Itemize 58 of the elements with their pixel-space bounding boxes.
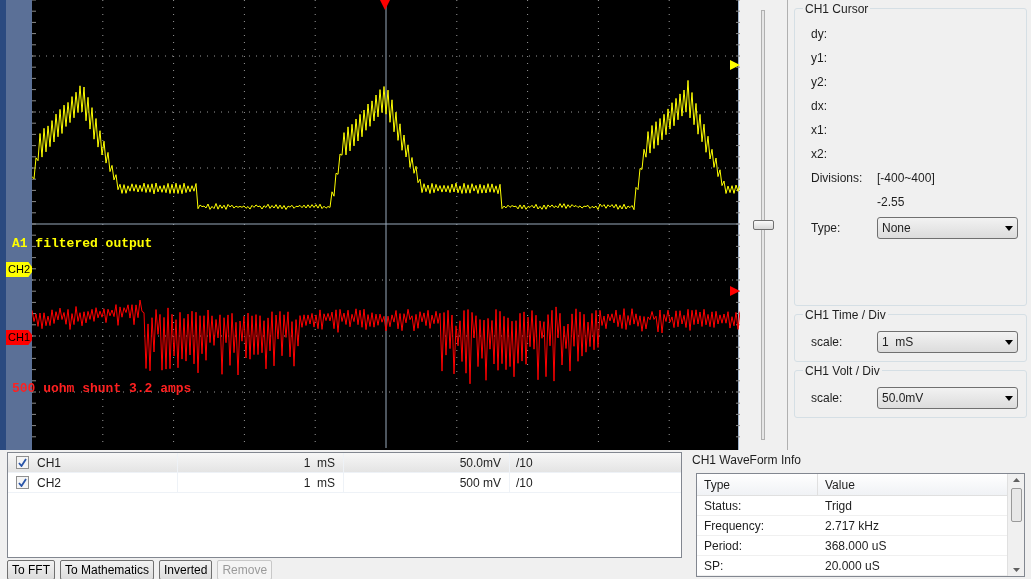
table-cell-text: Frequency: bbox=[703, 517, 766, 535]
scroll-thumb[interactable] bbox=[1010, 488, 1022, 522]
channel-marker[interactable]: CH1 bbox=[6, 330, 34, 345]
action-button[interactable]: To Mathematics bbox=[60, 560, 155, 579]
scale-label: scale: bbox=[811, 390, 844, 407]
checkbox[interactable] bbox=[16, 456, 29, 469]
caret-icon bbox=[1005, 225, 1013, 231]
waveform-label: A1 filtered output bbox=[11, 235, 153, 253]
cursor-label: x2: bbox=[811, 145, 828, 163]
dropdown[interactable]: None bbox=[877, 217, 1018, 239]
column-header[interactable]: Type bbox=[697, 473, 818, 496]
table-cell-text: SP: bbox=[703, 557, 725, 575]
table-cell: /10 bbox=[516, 475, 533, 490]
table-cell-text: Period: bbox=[703, 537, 744, 555]
scroll-down-icon[interactable] bbox=[1012, 568, 1020, 572]
waveform-label: 500 uohm shunt 3.2 amps bbox=[11, 380, 192, 398]
table-cell-text: 368.000 uS bbox=[824, 537, 888, 555]
action-button[interactable]: Inverted bbox=[159, 560, 213, 579]
checkmark-icon bbox=[18, 478, 27, 487]
table-cell: 1 mS bbox=[303, 456, 335, 470]
dropdown[interactable]: 1 mS bbox=[877, 331, 1018, 353]
cursor-label: dy: bbox=[811, 25, 828, 43]
table-cell: 50.0mV bbox=[459, 456, 501, 470]
table-cell: 1 mS bbox=[303, 476, 335, 490]
type-label: Type: bbox=[811, 220, 842, 237]
cursor-label: y1: bbox=[811, 49, 828, 67]
caret-icon bbox=[1005, 339, 1013, 345]
table-cell-text: Trigd bbox=[824, 497, 853, 515]
table-cell-text: 2.717 kHz bbox=[824, 517, 881, 535]
dropdown[interactable]: 50.0mV bbox=[877, 387, 1018, 409]
cursor-value: [-400~400] bbox=[877, 169, 935, 187]
caret-icon bbox=[1005, 395, 1013, 401]
channel-marker[interactable]: CH2 bbox=[6, 262, 34, 277]
trigger-marker-icon bbox=[379, 0, 390, 10]
scrollbar[interactable] bbox=[1007, 474, 1024, 576]
table-cell-text: CH2 bbox=[37, 474, 61, 492]
table-cell: /10 bbox=[516, 455, 533, 470]
table-cell-text: 20.000 uS bbox=[824, 557, 881, 575]
cursor-label: dx: bbox=[811, 97, 828, 115]
level-marker-icon bbox=[729, 286, 740, 296]
column-header[interactable]: Value bbox=[818, 473, 1007, 496]
group-title: CH1 WaveForm Info bbox=[691, 452, 802, 469]
action-button[interactable]: To FFT bbox=[7, 560, 55, 579]
cursor-reading: -2.55 bbox=[877, 193, 905, 211]
level-marker-icon bbox=[729, 60, 740, 70]
table-cell-text: CH1 bbox=[37, 454, 61, 472]
cursor-label: y2: bbox=[811, 73, 828, 91]
scale-label: scale: bbox=[811, 334, 844, 351]
table-cell: 500 mV bbox=[459, 476, 501, 490]
channel-row[interactable]: CH2 1 mS 500 mV /10 bbox=[8, 473, 681, 493]
slider-thumb[interactable] bbox=[752, 220, 774, 230]
checkmark-icon bbox=[18, 458, 27, 467]
scroll-up-icon[interactable] bbox=[1012, 478, 1020, 482]
checkbox[interactable] bbox=[16, 476, 29, 489]
cursor-label: x1: bbox=[811, 121, 828, 139]
channel-row[interactable]: CH1 1 mS 50.0mV /10 bbox=[8, 453, 681, 473]
cursor-label: Divisions: bbox=[811, 169, 864, 187]
table-cell-text: Status: bbox=[703, 497, 743, 515]
